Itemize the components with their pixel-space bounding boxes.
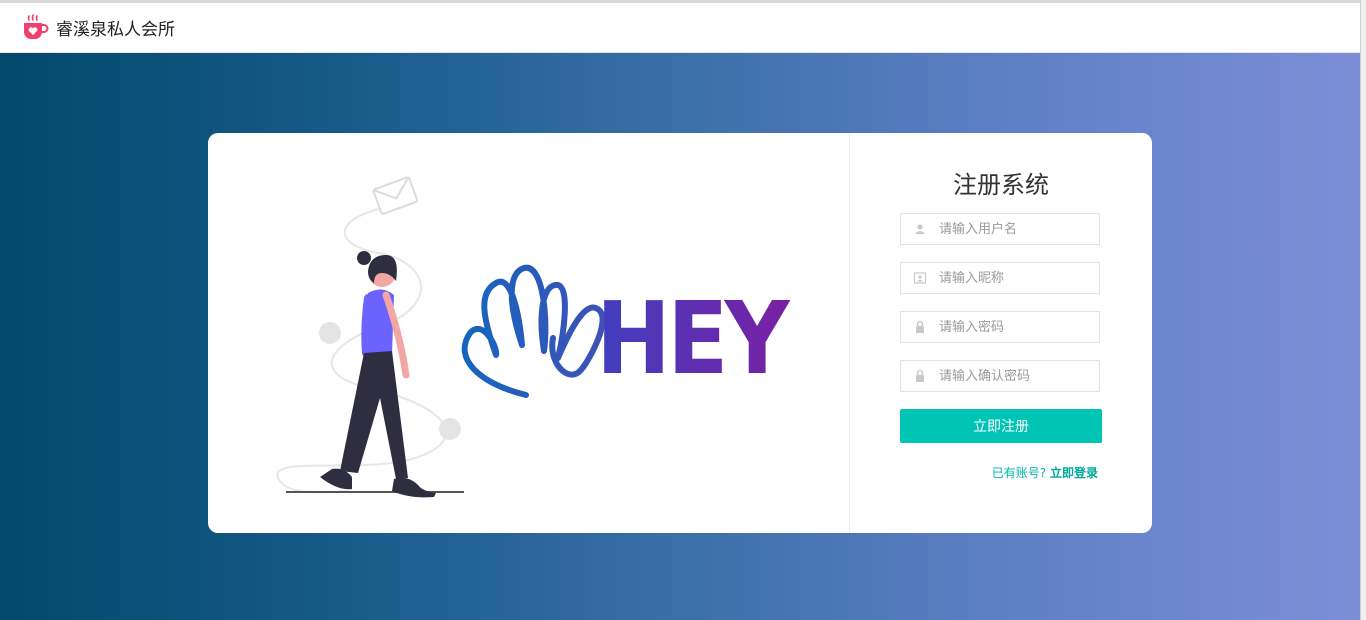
nickname-input[interactable] [939, 270, 1089, 286]
nickname-field[interactable] [900, 262, 1100, 294]
register-form: 注册系统 请输入用户名 请输入昵称 立即注册 已有账号? 立即登录 [850, 133, 1152, 533]
username-input[interactable] [939, 221, 1089, 237]
username-field[interactable] [900, 213, 1100, 245]
password-input[interactable] [939, 319, 1089, 335]
register-card: HEY 注册系统 请输入用户名 请输入昵称 立即注册 已有账号? 立即登录 [208, 133, 1152, 533]
login-prompt: 已有账号? 立即登录 [992, 464, 1098, 481]
confirm-password-field[interactable] [900, 360, 1100, 392]
register-button[interactable]: 立即注册 [900, 409, 1102, 443]
hey-text: HEY [596, 280, 791, 397]
id-card-icon [913, 272, 927, 284]
coffee-cup-heart-icon[interactable] [20, 13, 50, 43]
envelope-icon [372, 176, 419, 215]
confirm-password-input[interactable] [939, 368, 1089, 384]
top-bar: 睿溪泉私人会所 [0, 3, 1360, 53]
waving-hand-icon [461, 264, 606, 398]
user-icon [915, 224, 925, 234]
site-title: 睿溪泉私人会所 [56, 20, 175, 40]
password-field[interactable] [900, 311, 1100, 343]
login-link[interactable]: 立即登录 [1050, 466, 1098, 480]
form-title: 注册系统 [953, 171, 1049, 199]
lock-icon [916, 369, 924, 382]
lock-icon [916, 320, 924, 333]
welcome-illustration: HEY [276, 176, 795, 498]
window-scrollbar-edge [1360, 0, 1366, 620]
has-account-text: 已有账号? [991, 466, 1047, 480]
